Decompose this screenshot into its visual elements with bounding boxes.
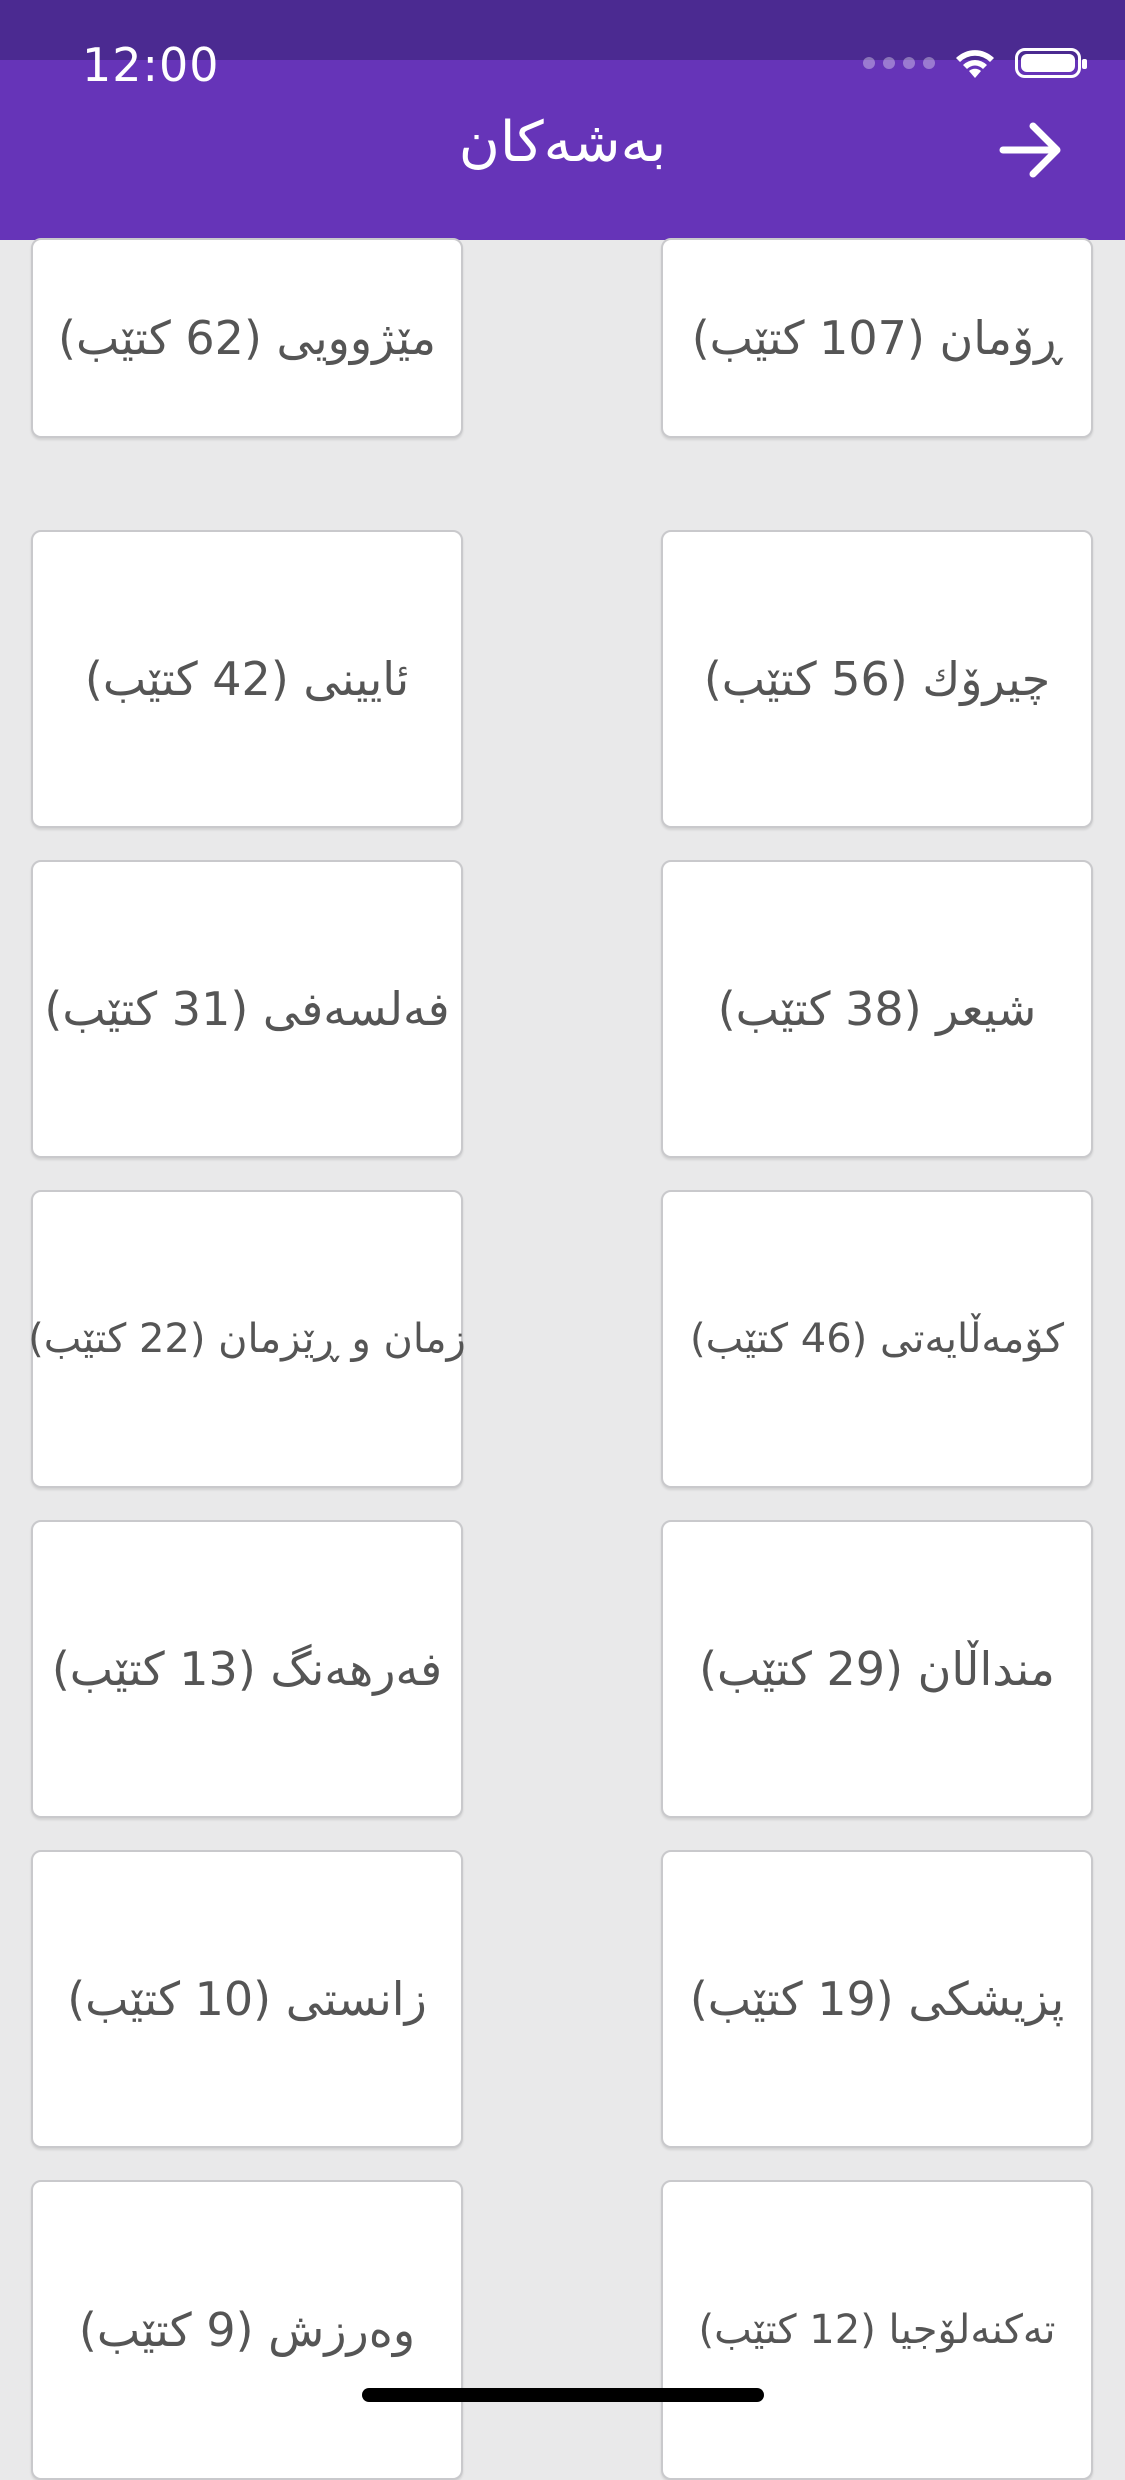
category-label: چیرۆك (56 کتێب) (703, 652, 1051, 706)
category-label: ئایینی (42 کتێب) (84, 652, 410, 706)
category-card[interactable]: چیرۆك (56 کتێب) (661, 530, 1093, 828)
category-card[interactable]: کۆمەڵایەتی (46 کتێب) (661, 1190, 1093, 1488)
home-indicator[interactable] (362, 2388, 764, 2402)
category-card[interactable]: پزیشکی (19 کتێب) (661, 1850, 1093, 2148)
category-label: مێژوویی (62 کتێب) (58, 311, 436, 365)
category-card[interactable]: منداڵان (29 کتێب) (661, 1520, 1093, 1818)
battery-icon (1015, 48, 1087, 78)
category-label: ڕۆمان (107 کتێب) (691, 311, 1063, 365)
category-card[interactable]: تەکنەلۆجیا (12 کتێب) (661, 2180, 1093, 2480)
category-card[interactable]: فەرهەنگ (13 کتێب) (31, 1520, 463, 1818)
status-time: 12:00 (82, 38, 220, 92)
cellular-signal-icon (863, 57, 935, 69)
category-label: پزیشکی (19 کتێب) (689, 1972, 1065, 2026)
category-label: تەکنەلۆجیا (12 کتێب) (698, 2307, 1056, 2353)
category-label: منداڵان (29 کتێب) (699, 1642, 1055, 1696)
category-card[interactable]: ڕۆمان (107 کتێب) (661, 238, 1093, 438)
category-card[interactable]: مێژوویی (62 کتێب) (31, 238, 463, 438)
category-card[interactable]: ئایینی (42 کتێب) (31, 530, 463, 828)
arrow-right-icon[interactable] (997, 120, 1067, 180)
category-card[interactable]: وەرزش (9 کتێب) (31, 2180, 463, 2480)
category-label: زمان و ڕێزمان (22 کتێب) (28, 1316, 466, 1362)
category-label: فەرهەنگ (13 کتێب) (51, 1642, 443, 1696)
category-label: زانستی (10 کتێب) (67, 1972, 427, 2026)
category-card[interactable]: فەلسەفی (31 کتێب) (31, 860, 463, 1158)
category-label: کۆمەڵایەتی (46 کتێب) (689, 1316, 1064, 1362)
category-card[interactable]: زانستی (10 کتێب) (31, 1850, 463, 2148)
category-label: شیعر (38 کتێب) (717, 982, 1037, 1036)
category-label: وەرزش (9 کتێب) (78, 2303, 416, 2357)
status-icons (863, 46, 1087, 80)
wifi-icon (953, 46, 997, 80)
category-card[interactable]: شیعر (38 کتێب) (661, 860, 1093, 1158)
page-title: بەشەکان (458, 110, 667, 175)
category-card[interactable]: زمان و ڕێزمان (22 کتێب) (28, 1190, 466, 1488)
category-label: فەلسەفی (31 کتێب) (44, 982, 450, 1036)
